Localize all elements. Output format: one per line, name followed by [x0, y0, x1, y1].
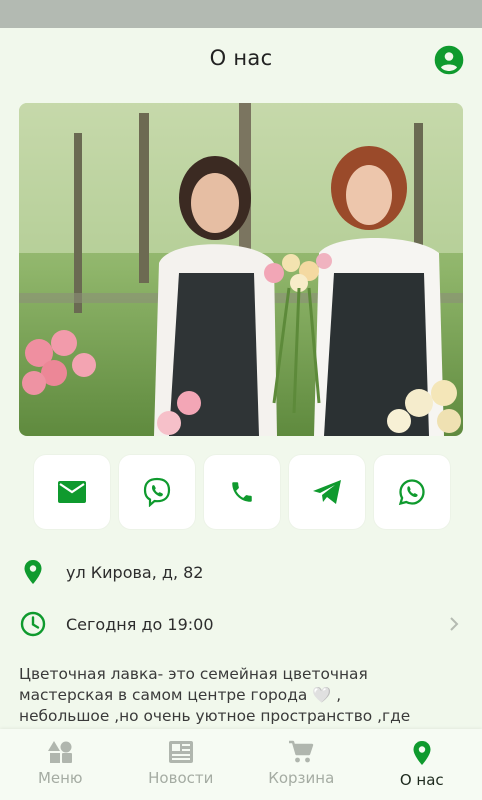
viber-button[interactable]	[119, 455, 195, 529]
email-icon	[58, 481, 86, 503]
whatsapp-icon	[398, 479, 425, 506]
email-button[interactable]	[34, 455, 110, 529]
nav-cart-label: Корзина	[268, 769, 335, 787]
header: О нас	[0, 28, 482, 94]
telegram-icon	[313, 480, 341, 504]
about-description: Цветочная лавка- это семейная цветочная …	[19, 664, 469, 727]
nav-news[interactable]: Новости	[121, 729, 242, 800]
address-text: ул Кирова, д, 82	[66, 562, 204, 582]
shapes-icon	[48, 741, 73, 763]
nav-cart[interactable]: Корзина	[241, 729, 362, 800]
location-pin-icon	[18, 557, 48, 587]
newspaper-icon	[168, 741, 193, 763]
nav-news-label: Новости	[148, 769, 214, 787]
nav-menu[interactable]: Меню	[0, 729, 121, 800]
phone-icon	[232, 482, 252, 502]
clock-icon	[18, 609, 48, 639]
page-title: О нас	[209, 46, 273, 70]
viber-icon	[143, 477, 171, 507]
nav-about-label: О нас	[399, 771, 444, 789]
hours-row[interactable]: Сегодня до 19:00	[18, 609, 464, 639]
whatsapp-button[interactable]	[374, 455, 450, 529]
shop-photo	[19, 103, 463, 436]
account-circle-icon[interactable]	[434, 45, 464, 75]
hours-text: Сегодня до 19:00	[66, 614, 214, 634]
phone-button[interactable]	[204, 455, 280, 529]
about-line: небольшое ,но очень уютное пространство …	[19, 707, 411, 725]
telegram-button[interactable]	[289, 455, 365, 529]
nav-about[interactable]: О нас	[362, 729, 482, 800]
cart-icon	[289, 740, 314, 763]
bottom-navigation: Меню Новости Корзина О нас	[0, 729, 482, 800]
about-line: мастерская в самом центре города 🤍 ,	[19, 686, 342, 704]
status-bar	[0, 0, 482, 28]
location-pin-icon	[413, 741, 431, 765]
about-line: Цветочная лавка- это семейная цветочная	[19, 665, 368, 683]
contact-buttons	[34, 455, 450, 531]
chevron-right-icon	[448, 614, 460, 638]
nav-menu-label: Меню	[37, 769, 83, 787]
address-row[interactable]: ул Кирова, д, 82	[18, 557, 464, 587]
